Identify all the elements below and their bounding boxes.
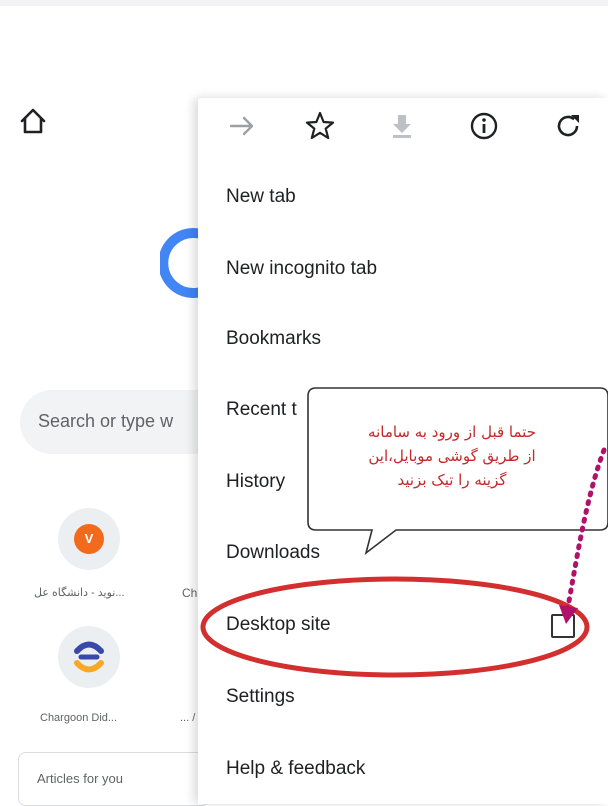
callout-line: حتما قبل از ورود به سامانه bbox=[368, 423, 536, 441]
star-icon[interactable] bbox=[304, 110, 336, 142]
shortcut-tile-label: نوید - دانشگاه عل... bbox=[34, 587, 125, 599]
chargoon-logo-icon bbox=[74, 641, 104, 673]
callout-text: حتما قبل از ورود به سامانه از طریق گوشی … bbox=[318, 420, 586, 492]
shortcut-tile-label: Chargoon Did... bbox=[40, 712, 118, 724]
desktop-site-checkbox[interactable] bbox=[551, 614, 575, 638]
menu-item-bookmarks[interactable]: Bookmarks bbox=[226, 324, 321, 354]
shortcut-tile-label: ... / bbox=[180, 712, 196, 724]
refresh-icon[interactable] bbox=[552, 110, 584, 142]
menu-item-new-tab[interactable]: New tab bbox=[226, 182, 296, 212]
menu-item-new-incognito-tab[interactable]: New incognito tab bbox=[226, 254, 377, 284]
menu-toolbar bbox=[198, 98, 608, 154]
shortcut-tile-chargoon[interactable] bbox=[58, 626, 120, 688]
menu-item-settings[interactable]: Settings bbox=[226, 682, 295, 712]
shortcut-tile-navid[interactable]: V bbox=[58, 508, 120, 570]
menu-item-help-feedback[interactable]: Help & feedback bbox=[226, 754, 365, 784]
articles-for-you-card[interactable]: Articles for you bbox=[18, 752, 210, 806]
search-placeholder: Search or type w bbox=[38, 411, 174, 431]
download-icon[interactable] bbox=[386, 110, 418, 142]
top-status-strip bbox=[0, 0, 608, 6]
shortcut-tile-label: Ch bbox=[182, 586, 198, 600]
home-icon[interactable] bbox=[18, 106, 48, 136]
menu-item-recent-tabs[interactable]: Recent t bbox=[226, 395, 297, 425]
menu-item-desktop-site[interactable]: Desktop site bbox=[226, 610, 331, 640]
menu-item-downloads[interactable]: Downloads bbox=[226, 538, 320, 568]
articles-label: Articles for you bbox=[37, 771, 123, 786]
callout-line: از طریق گوشی موبایل،این bbox=[368, 447, 536, 465]
info-icon[interactable] bbox=[468, 110, 500, 142]
forward-icon[interactable] bbox=[226, 110, 258, 142]
callout-line: گزینه را تیک بزنید bbox=[397, 471, 507, 489]
menu-item-history[interactable]: History bbox=[226, 467, 285, 497]
tile-letter-avatar: V bbox=[74, 524, 104, 554]
